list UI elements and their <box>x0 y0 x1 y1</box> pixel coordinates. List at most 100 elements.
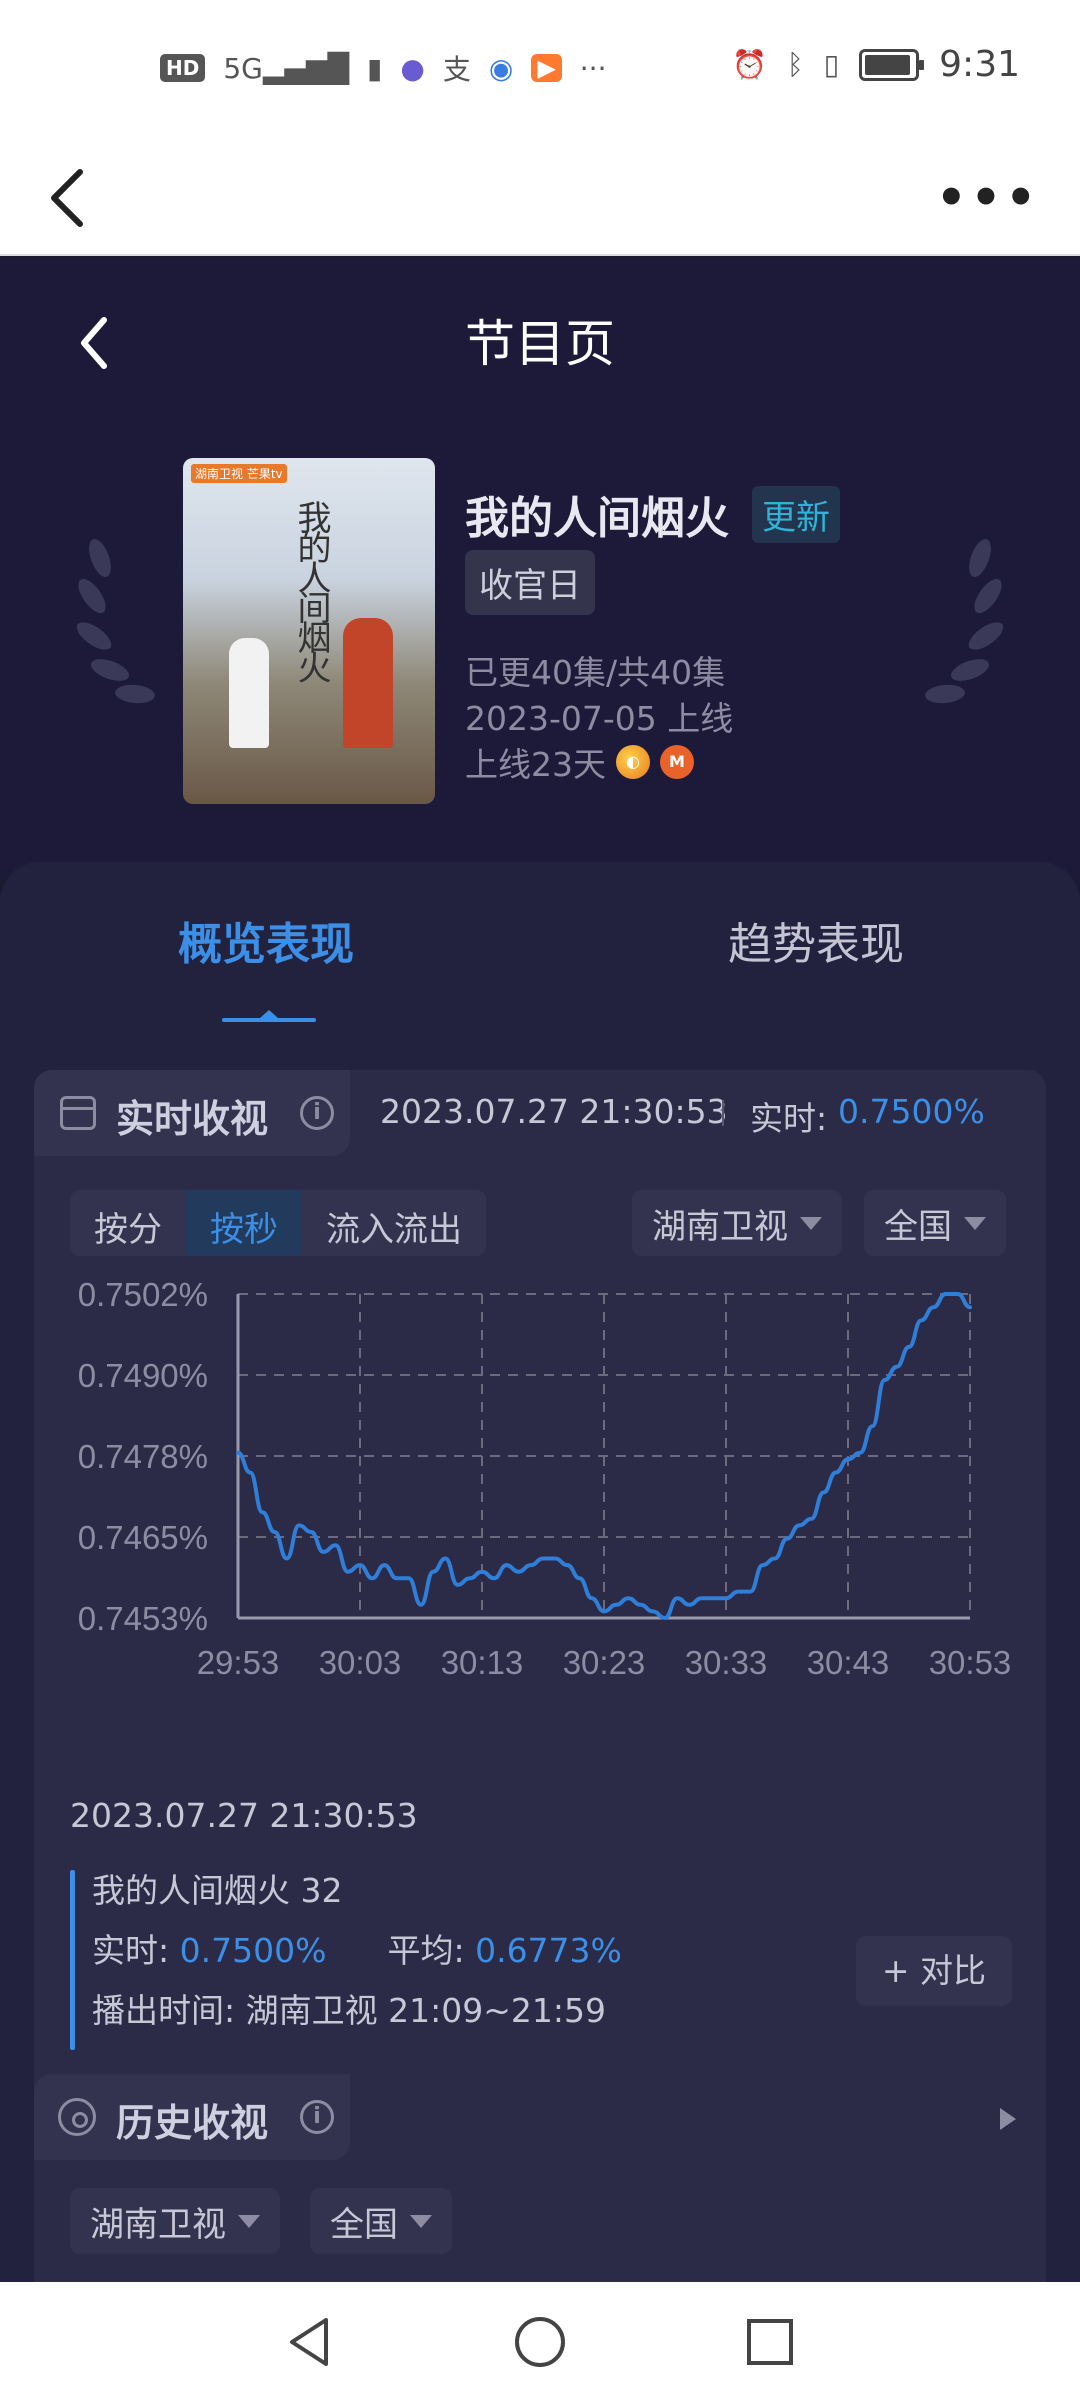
realtime-line-chart[interactable]: 0.7502% 0.7490% 0.7478% 0.7465% 0.7453% 29:53… <box>34 1270 1046 1790</box>
by-minute-button[interactable]: 按分 <box>70 1190 186 1256</box>
tooltip-avg-value: 0.6773% <box>475 1931 622 1970</box>
channel-dropdown[interactable]: 湖南卫视 <box>632 1190 842 1256</box>
tooltip-live-label: 实时: <box>92 1931 170 1970</box>
chevron-down-icon <box>410 2214 432 2228</box>
tooltip-live-value: 0.7500% <box>179 1931 327 1970</box>
signal-5g-icon: 5G▂▄▆█ <box>223 51 349 85</box>
app-icon-1: ● <box>400 51 425 85</box>
premiere-date: 2023-07-05 上线 <box>465 699 734 738</box>
x-tick-label: 29:53 <box>197 1644 280 1681</box>
compare-button[interactable]: + 对比 <box>856 1936 1012 2006</box>
chevron-down-icon <box>800 1216 822 1230</box>
tooltip-series-bar <box>70 1870 75 2050</box>
hunan-tv-logo: ◐ <box>616 745 650 779</box>
realtime-ratings-card: 实时收视 i 2023.07.27 21:30:53 实时: 0.7500% 按… <box>34 1070 1046 2154</box>
bluetooth-icon: ᛒ <box>786 48 804 81</box>
nav-home-icon[interactable] <box>510 2312 570 2372</box>
poster-title: 我的人间烟火 <box>291 500 331 680</box>
top-nav-bar: ••• <box>0 140 1080 256</box>
laurel-right-icon <box>925 538 1004 704</box>
nav-back-icon[interactable] <box>280 2312 340 2372</box>
poster-channel-badge: 湖南卫视 芒果tv <box>191 464 287 483</box>
battery-saver-icon: ▮ <box>367 51 383 85</box>
tooltip-episode: 我的人间烟火 32 <box>92 1871 343 1910</box>
content-panel: 概览表现 趋势表现 实时收视 i 2023.07.27 21:30:53 实时:… <box>0 862 1080 2374</box>
film-reel-icon <box>58 2098 96 2136</box>
chevron-down-icon <box>964 1216 986 1230</box>
tooltip-airing: 播出时间: 湖南卫视 21:09~21:59 <box>92 1984 606 2032</box>
page-title: 节目页 <box>465 315 615 373</box>
hd-icon: HD <box>160 54 206 82</box>
status-time: 9:31 <box>939 44 1020 85</box>
history-channel-value: 湖南卫视 <box>90 2204 226 2245</box>
tooltip-avg-label: 平均: <box>387 1931 465 1970</box>
episode-count: 已更40集/共40集 <box>465 653 726 692</box>
realtime-timestamp: 2023.07.27 21:30:53 <box>380 1092 728 1131</box>
realtime-header: 实时收视 i <box>34 1070 350 1156</box>
tooltip-timestamp: 2023.07.27 21:30:53 <box>70 1796 418 1835</box>
poster-figure-firefighter <box>343 618 393 748</box>
y-tick-label: 0.7478% <box>78 1438 208 1475</box>
history-region-value: 全国 <box>330 2204 398 2245</box>
status-right-icons: ⏰ ᛒ ▯ 9:31 <box>732 44 1020 85</box>
y-tick-label: 0.7490% <box>78 1357 208 1394</box>
calendar-icon <box>60 1096 96 1130</box>
history-region-dropdown[interactable]: 全国 <box>310 2188 452 2254</box>
x-tick-label: 30:33 <box>685 1644 768 1681</box>
tooltip-ratings: 实时: 0.7500% 平均: 0.6773% <box>92 1924 622 1972</box>
info-icon[interactable]: i <box>300 1096 334 1130</box>
tab-indicator <box>222 1010 316 1022</box>
battery-icon <box>859 48 925 81</box>
realtime-live-value: 0.7500% <box>838 1092 985 1131</box>
mango-tv-logo: M <box>660 745 694 779</box>
x-tick-label: 30:43 <box>807 1644 890 1681</box>
y-tick-label: 0.7502% <box>78 1276 208 1313</box>
history-header: 历史收视 i <box>34 2074 350 2160</box>
x-tick-label: 30:53 <box>929 1644 1012 1681</box>
vibrate-icon: ▯ <box>823 48 840 81</box>
x-tick-label: 30:23 <box>563 1644 646 1681</box>
channel-value: 湖南卫视 <box>652 1206 788 1247</box>
alipay-icon: 支 <box>442 53 471 86</box>
realtime-title: 实时收视 <box>116 1097 269 1141</box>
realtime-live-label: 实时: <box>750 1099 828 1138</box>
divider <box>722 1100 724 1126</box>
alarm-icon: ⏰ <box>732 48 767 81</box>
history-channel-dropdown[interactable]: 湖南卫视 <box>70 2188 280 2254</box>
system-nav-bar <box>0 2282 1080 2400</box>
show-poster[interactable]: 湖南卫视 芒果tv 我的人间烟火 <box>183 458 435 804</box>
history-title: 历史收视 <box>116 2101 269 2145</box>
days-online: 上线23天 <box>465 745 606 784</box>
region-value: 全国 <box>884 1206 952 1247</box>
laurel-left-icon <box>76 538 155 704</box>
back-arrow-icon[interactable] <box>40 158 100 238</box>
y-tick-label: 0.7453% <box>78 1600 208 1637</box>
tab-overview[interactable]: 概览表现 <box>178 908 354 972</box>
by-second-button[interactable]: 按秒 <box>186 1190 302 1256</box>
granularity-toggle: 按分 按秒 流入流出 <box>70 1190 486 1256</box>
update-badge: 更新 <box>752 486 840 543</box>
more-notifications-icon: ··· <box>579 51 607 85</box>
more-options-icon[interactable]: ••• <box>936 170 1040 226</box>
play-arrow-icon[interactable] <box>1000 2108 1016 2130</box>
days-online-row: 上线23天 ◐ M <box>465 738 694 786</box>
program-header: 节目页 湖南卫视 芒果tv 我的人间烟火 我的人间烟火 更新 收官日 已更40集… <box>0 258 1080 878</box>
x-tick-label: 30:13 <box>441 1644 524 1681</box>
app-icon-3: ▶ <box>531 54 562 82</box>
finale-tag: 收官日 <box>465 550 595 615</box>
app-icon-2: ◉ <box>488 51 514 85</box>
chevron-down-icon <box>238 2214 260 2228</box>
nav-recents-icon[interactable] <box>740 2312 800 2372</box>
info-icon[interactable]: i <box>300 2100 334 2134</box>
tab-bar: 概览表现 趋势表现 <box>0 862 1080 1032</box>
y-tick-label: 0.7465% <box>78 1519 208 1556</box>
tab-trend[interactable]: 趋势表现 <box>728 908 904 972</box>
flow-in-out-button[interactable]: 流入流出 <box>302 1190 486 1256</box>
x-tick-label: 30:03 <box>319 1644 402 1681</box>
show-name: 我的人间烟火 <box>465 493 729 544</box>
status-left-icons: HD 5G▂▄▆█ ▮ ● 支 ◉ ▶ ··· <box>160 48 606 88</box>
tooltip-airing-value: 湖南卫视 21:09~21:59 <box>245 1991 606 2030</box>
poster-figure-doctor <box>229 638 269 748</box>
region-dropdown[interactable]: 全国 <box>864 1190 1006 1256</box>
tooltip-airing-label: 播出时间: <box>92 1991 236 2030</box>
